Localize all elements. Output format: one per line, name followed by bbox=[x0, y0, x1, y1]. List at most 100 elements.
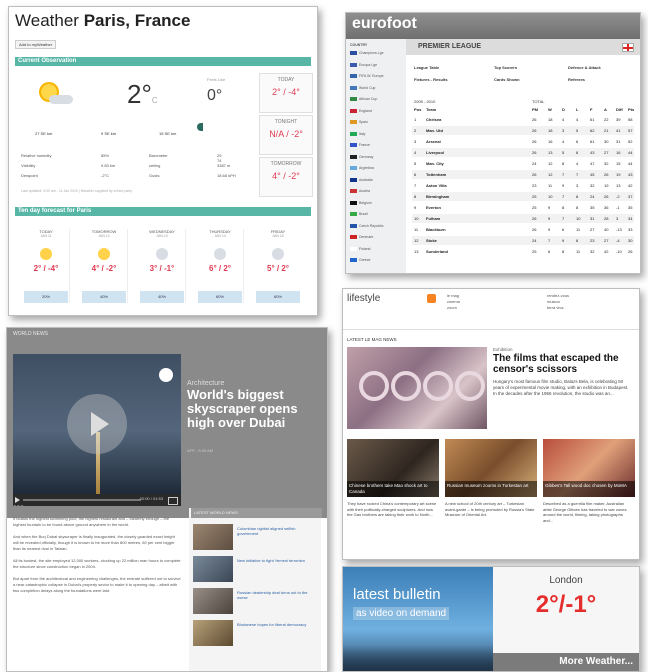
lifestyle-logo[interactable]: lifestyle bbox=[347, 293, 380, 304]
table-cell: 10 bbox=[548, 194, 553, 199]
flag-icon bbox=[350, 189, 357, 194]
country-item[interactable]: England bbox=[350, 109, 372, 113]
country-name: Champions Lge bbox=[359, 51, 384, 55]
table-cell: 8 bbox=[562, 205, 565, 210]
tonight-cell[interactable]: TONIGHT N/A / -2° bbox=[259, 115, 313, 155]
table-cell: 8 bbox=[562, 249, 565, 254]
more-weather-link[interactable]: More Weather... bbox=[493, 653, 639, 671]
country-item[interactable]: World Cup bbox=[350, 86, 375, 90]
country-name: African Cup bbox=[359, 97, 378, 101]
link-cards-shown[interactable]: Cards Shown bbox=[494, 77, 520, 82]
latest-news-item[interactable]: Colombian rightist aligned selfish gover… bbox=[193, 524, 319, 552]
flag-icon bbox=[350, 212, 357, 217]
country-name: FIFA W. Europe bbox=[359, 74, 384, 78]
today-cell[interactable]: TODAY 2° / -4° bbox=[259, 73, 313, 113]
forecast-temp: 2° / -4° bbox=[33, 264, 59, 273]
table-row[interactable]: 11 Blackburn 26 9 6 11 27 40 -13 33 bbox=[412, 225, 634, 234]
table-cell: 8 bbox=[576, 205, 579, 210]
country-item[interactable]: Finland bbox=[350, 247, 370, 251]
channel-logo-icon bbox=[159, 368, 173, 382]
forecast-date: JAN 11 bbox=[40, 234, 52, 238]
hero-headline[interactable]: The films that escaped the censor's scis… bbox=[493, 353, 633, 375]
share-tools[interactable]: ●●● bbox=[13, 504, 24, 510]
country-item[interactable]: Belgium bbox=[350, 201, 372, 205]
table-row[interactable]: 10 Fulham 26 9 7 10 31 28 3 34 bbox=[412, 214, 634, 223]
country-item[interactable]: Brazil bbox=[350, 212, 368, 217]
table-cell: 7 bbox=[562, 216, 565, 221]
country-item[interactable]: Austria bbox=[350, 189, 370, 194]
table-row[interactable]: 4 Liverpool 26 13 5 8 43 27 16 44 bbox=[412, 148, 634, 157]
story-thumbnail[interactable]: Russian museum zooms in Turkestan art bbox=[445, 439, 537, 497]
tomorrow-cell[interactable]: TOMORROW 4° / -2° bbox=[259, 157, 313, 197]
country-item[interactable]: Australia bbox=[350, 178, 373, 182]
country-item[interactable]: Italy bbox=[350, 132, 365, 136]
forecast-day[interactable]: THURSDAY JAN 14 6° / 2° 60% bbox=[197, 229, 244, 303]
latest-news-header: LATEST WORLD NEWS bbox=[191, 508, 322, 518]
news-link[interactable]: New initiative to fight Yemeni terrorism bbox=[237, 558, 317, 563]
seek-bar[interactable] bbox=[23, 499, 141, 501]
table-row[interactable]: 2 Man. Utd 26 18 3 5 62 21 41 57 bbox=[412, 126, 634, 135]
latest-news-item[interactable]: New initiative to fight Yemeni terrorism bbox=[193, 556, 319, 584]
country-item[interactable]: African Cup bbox=[350, 97, 378, 102]
play-button[interactable] bbox=[15, 497, 20, 503]
bulletin-video[interactable]: latest bulletin as video on demand bbox=[343, 567, 493, 671]
link-league-table[interactable]: League Table bbox=[414, 65, 439, 70]
link-fixtures-results[interactable]: Fixtures - Results bbox=[414, 77, 448, 82]
table-cell: 10 bbox=[414, 216, 419, 221]
table-row[interactable]: 7 Aston Villa 23 11 9 3 32 19 13 42 bbox=[412, 181, 634, 190]
story-blurb: They have rocked China's contemporary ar… bbox=[347, 501, 437, 517]
table-row[interactable]: 1 Chelsea 26 18 4 4 61 22 39 58 bbox=[412, 115, 634, 124]
nav-link-terra-viva[interactable]: terra viva bbox=[547, 305, 563, 311]
country-item[interactable]: Czech Republic bbox=[350, 224, 384, 228]
current-observation-header: Current Observation bbox=[15, 57, 311, 66]
news-link[interactable]: Bhutanese hopes for liberal democracy bbox=[237, 622, 317, 627]
country-item[interactable]: Spain bbox=[350, 120, 368, 125]
table-row[interactable]: 6 Tottenham 26 12 7 7 45 26 19 43 bbox=[412, 170, 634, 179]
wind-readout: 27 SE km bbox=[35, 131, 53, 136]
country-item[interactable]: Argentina bbox=[350, 166, 374, 171]
link-top-scorers[interactable]: Top Scorers bbox=[494, 65, 517, 70]
video-player[interactable] bbox=[13, 354, 181, 494]
story-thumbnail[interactable]: Chinese brothers take Mao shock art to C… bbox=[347, 439, 439, 497]
news-link[interactable]: Russian dealership deal turns out to the… bbox=[237, 590, 317, 600]
add-to-myweather-button[interactable]: Add to myWeather bbox=[15, 40, 57, 49]
table-cell: 58 bbox=[628, 117, 633, 122]
rss-icon[interactable] bbox=[427, 294, 436, 303]
table-cell: 11 bbox=[414, 227, 419, 232]
forecast-day[interactable]: FRIDAY JAN 15 5° / 2° 60% bbox=[255, 229, 301, 303]
obs-row: Relative humidity 85% Barometer 29 74 bbox=[21, 153, 222, 163]
forecast-day[interactable]: WEDNESDAY JAN 13 3° / -1° 40% bbox=[139, 229, 186, 303]
country-item[interactable]: Europa Lge bbox=[350, 63, 377, 67]
fullscreen-icon[interactable] bbox=[168, 497, 178, 505]
country-item[interactable]: Greece bbox=[350, 258, 370, 263]
weather-panel: Weather Paris, France Add to myWeather C… bbox=[8, 6, 318, 316]
forecast-day[interactable]: TOMORROW JAN 12 4° / -2° 40% bbox=[81, 229, 128, 303]
news-link[interactable]: Colombian rightist aligned selfish gover… bbox=[237, 526, 317, 536]
table-row[interactable]: 13 Sunderland 25 6 8 11 32 42 -10 26 bbox=[412, 247, 634, 256]
country-item[interactable]: FIFA W. Europe bbox=[350, 74, 384, 79]
country-item[interactable]: Germany bbox=[350, 155, 373, 159]
forecast-day[interactable]: TODAY JAN 11 2° / -4° 20% bbox=[23, 229, 70, 303]
story-thumbnail[interactable]: Gibbes's Tall wood doc chosen by MoMA bbox=[543, 439, 635, 497]
table-row[interactable]: 5 Man. City 24 12 8 4 47 32 15 44 bbox=[412, 159, 634, 168]
country-item[interactable]: Denmark bbox=[350, 235, 373, 240]
table-row[interactable]: 8 Birmingham 25 10 7 8 24 26 -2 37 bbox=[412, 192, 634, 201]
country-item[interactable]: Champions Lge bbox=[350, 51, 384, 56]
city-skyline-image bbox=[343, 645, 493, 671]
table-cell: 4 bbox=[576, 161, 579, 166]
table-row[interactable]: 9 Everton 25 9 8 8 35 36 -1 35 bbox=[412, 203, 634, 212]
hero-image[interactable] bbox=[347, 347, 487, 429]
country-item[interactable]: France bbox=[350, 143, 370, 148]
eurofoot-logo[interactable]: eurofoot bbox=[352, 15, 417, 33]
tonight-temp: N/A / -2° bbox=[269, 129, 303, 139]
table-row[interactable]: 3 Arsenal 26 16 4 6 61 30 31 52 bbox=[412, 137, 634, 146]
latest-news-item[interactable]: Bhutanese hopes for liberal democracy bbox=[193, 620, 319, 648]
play-icon[interactable] bbox=[67, 394, 127, 454]
story-headline[interactable]: World's biggest skyscraper opens high ov… bbox=[187, 388, 323, 430]
nav-link-zoom[interactable]: zoom bbox=[447, 305, 457, 311]
link-referees[interactable]: Referees bbox=[568, 77, 585, 82]
table-row[interactable]: 12 Stoke 24 7 9 8 23 27 -4 30 bbox=[412, 236, 634, 245]
current-temperature: 2°C bbox=[127, 79, 158, 109]
link-defence-attack[interactable]: Defence & Attack bbox=[568, 65, 601, 70]
latest-news-item[interactable]: Russian dealership deal turns out to the… bbox=[193, 588, 319, 616]
